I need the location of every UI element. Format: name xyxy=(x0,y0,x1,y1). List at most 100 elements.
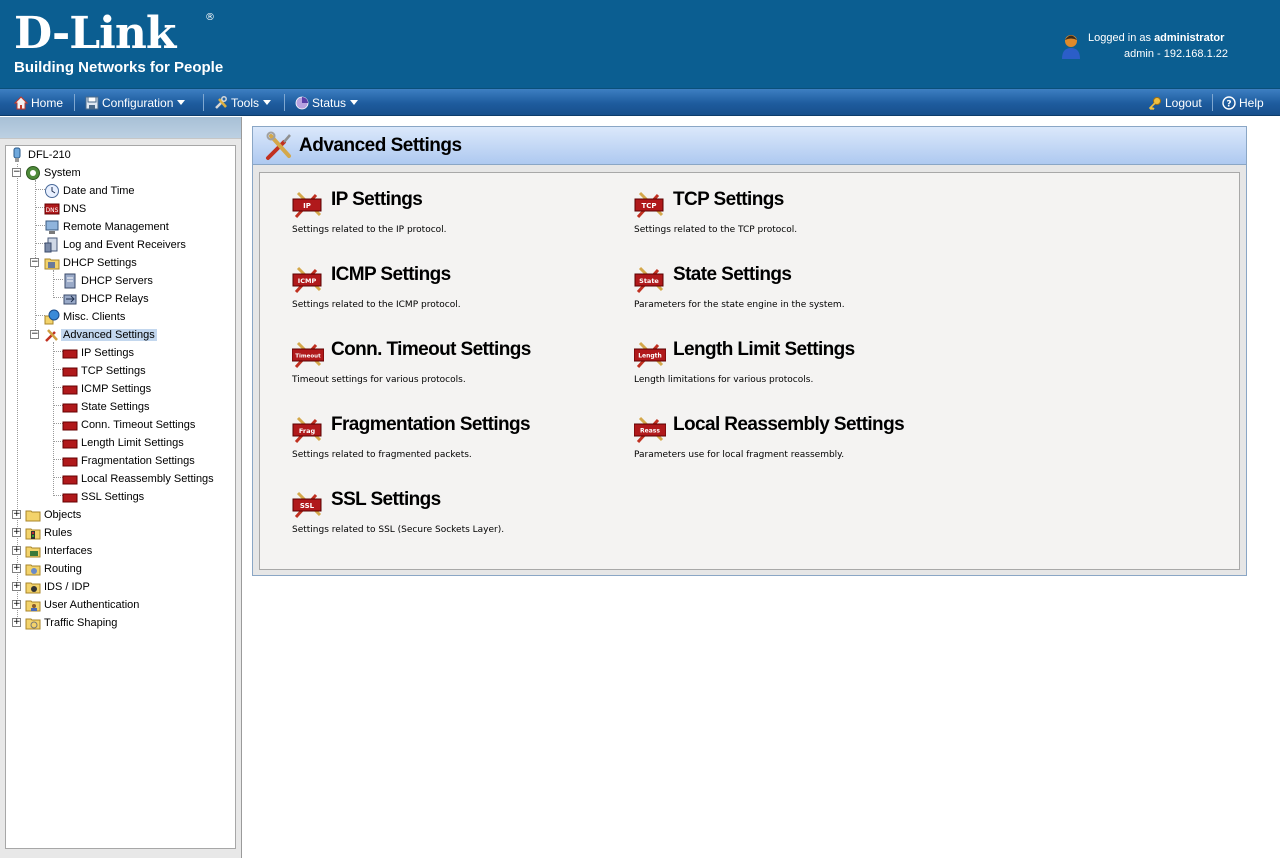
tree-item-user-authentication[interactable]: User Authentication xyxy=(25,596,141,614)
tree-item-dfl210[interactable]: DFL-210 xyxy=(9,146,73,164)
device-icon xyxy=(13,147,21,162)
folder-icon xyxy=(44,258,60,270)
panel-header: Advanced Settings xyxy=(253,127,1246,165)
menu-tools[interactable]: Tools xyxy=(214,89,272,116)
menu-help[interactable]: ? Help xyxy=(1222,89,1264,116)
menu-home-label: Home xyxy=(31,95,64,110)
tree-item-dhcp-servers[interactable]: DHCP Servers xyxy=(62,272,155,290)
collapse-toggle[interactable]: − xyxy=(30,330,39,339)
expand-toggle[interactable]: + xyxy=(12,582,21,591)
tree-item-icmp-settings[interactable]: ICMP Settings xyxy=(62,380,153,398)
menu-status[interactable]: Status xyxy=(295,89,359,116)
tree-item-local-reassembly[interactable]: Local Reassembly Settings xyxy=(62,470,216,488)
svg-text:DNS: DNS xyxy=(46,207,59,214)
tree-item-ssl-settings[interactable]: SSL Settings xyxy=(62,488,146,506)
tree-item-fragmentation[interactable]: Fragmentation Settings xyxy=(62,452,197,470)
tree-item-dhcp-settings[interactable]: DHCP Settings xyxy=(44,254,139,272)
tree-connector xyxy=(35,180,36,332)
tcp-settings-link[interactable]: TCP Settings xyxy=(673,189,784,211)
menu-separator xyxy=(284,94,285,111)
tree-item-dns[interactable]: DNS DNS xyxy=(44,200,88,218)
expand-toggle[interactable]: + xyxy=(12,600,21,609)
tree-connector xyxy=(53,270,54,298)
ssl-settings-link[interactable]: SSL Settings xyxy=(331,489,441,511)
sidebar: DFL-210 − System Date and Time DNS DNS R… xyxy=(0,117,242,858)
timeout-badge-label: Timeout xyxy=(295,354,321,360)
tcp-settings-description: Settings related to the TCP protocol. xyxy=(634,225,798,235)
logo-brand: D-Link xyxy=(14,8,176,59)
menu-logout[interactable]: Logout xyxy=(1148,89,1202,116)
icmp-badge-icon xyxy=(62,385,78,395)
tree-item-interfaces[interactable]: Interfaces xyxy=(25,542,94,560)
expand-toggle[interactable]: + xyxy=(12,528,21,537)
tree-item-log-receivers[interactable]: Log and Event Receivers xyxy=(44,236,188,254)
tree-item-advanced-settings[interactable]: Advanced Settings xyxy=(44,326,157,344)
svg-text:?: ? xyxy=(1226,99,1231,109)
expand-toggle[interactable]: + xyxy=(12,510,21,519)
setting-local-reassembly: Reass Local Reassembly Settings Paramete… xyxy=(634,412,964,472)
relay-icon xyxy=(63,294,77,305)
tree-item-rules[interactable]: Rules xyxy=(25,524,74,542)
sidebar-header xyxy=(0,117,241,139)
page-title: Advanced Settings xyxy=(299,134,462,156)
frag-badge-label: Frag xyxy=(299,427,316,435)
header: D-Link ® Building Networks for People Lo… xyxy=(0,0,1280,89)
expand-toggle[interactable]: + xyxy=(12,618,21,627)
reass-badge-label: Reass xyxy=(640,428,660,435)
expand-toggle[interactable]: + xyxy=(12,546,21,555)
tree-item-conn-timeout[interactable]: Conn. Timeout Settings xyxy=(62,416,197,434)
tree-item-remote-management[interactable]: Remote Management xyxy=(44,218,171,236)
conn-timeout-description: Timeout settings for various protocols. xyxy=(292,375,466,385)
tree-connector xyxy=(53,342,54,496)
tree-item-tcp-settings[interactable]: TCP Settings xyxy=(62,362,148,380)
tree-item-misc-clients[interactable]: Misc. Clients xyxy=(44,308,127,326)
tcp-badge-label: TCP xyxy=(641,202,656,210)
interfaces-folder-icon xyxy=(25,546,41,558)
conn-timeout-settings-link[interactable]: Conn. Timeout Settings xyxy=(331,339,531,361)
tree-item-dhcp-relays[interactable]: DHCP Relays xyxy=(62,290,151,308)
tree-item-state-settings[interactable]: State Settings xyxy=(62,398,152,416)
ssl-settings-description: Settings related to SSL (Secure Sockets … xyxy=(292,525,505,535)
ip-settings-description: Settings related to the IP protocol. xyxy=(292,225,447,235)
menu-separator xyxy=(203,94,204,111)
tools-icon xyxy=(215,95,227,109)
expand-toggle[interactable]: + xyxy=(12,564,21,573)
ip-settings-link[interactable]: IP Settings xyxy=(331,189,423,211)
wrench-screwdriver-icon xyxy=(45,329,58,342)
icmp-settings-link[interactable]: ICMP Settings xyxy=(331,264,451,286)
traffic-light-icon xyxy=(25,528,41,540)
timeout-badge-icon xyxy=(62,421,78,431)
timeout-settings-icon: Timeout xyxy=(292,341,324,369)
fragmentation-settings-link[interactable]: Fragmentation Settings xyxy=(331,414,531,436)
user-info: Logged in as administrator admin - 192.1… xyxy=(1088,30,1228,62)
tree-item-ids-idp[interactable]: IDS / IDP xyxy=(25,578,92,596)
menu-configuration[interactable]: Configuration xyxy=(85,89,186,116)
user-auth-folder-icon xyxy=(25,600,41,612)
clock-icon xyxy=(45,184,59,198)
length-limit-settings-link[interactable]: Length Limit Settings xyxy=(673,339,855,361)
dns-icon: DNS xyxy=(44,203,60,215)
tree-item-ip-settings[interactable]: IP Settings xyxy=(62,344,136,362)
menu-separator xyxy=(1212,94,1213,111)
tree-item-objects[interactable]: Objects xyxy=(25,506,83,524)
frag-badge-icon xyxy=(62,457,78,467)
state-settings-link[interactable]: State Settings xyxy=(673,264,792,286)
tree-item-length-limit[interactable]: Length Limit Settings xyxy=(62,434,186,452)
collapse-toggle[interactable]: − xyxy=(12,168,21,177)
user-icon xyxy=(1062,35,1080,59)
local-reassembly-settings-link[interactable]: Local Reassembly Settings xyxy=(673,414,905,436)
save-icon xyxy=(85,96,99,109)
tree-item-system[interactable]: System xyxy=(25,164,83,182)
gear-icon xyxy=(26,166,40,180)
reass-settings-icon: Reass xyxy=(634,416,666,444)
username: administrator xyxy=(1154,32,1225,44)
tree-item-routing[interactable]: Routing xyxy=(25,560,84,578)
menu-home[interactable]: Home xyxy=(14,89,63,116)
tree-item-date-time[interactable]: Date and Time xyxy=(44,182,137,200)
collapse-toggle[interactable]: − xyxy=(30,258,39,267)
tree-item-traffic-shaping[interactable]: Traffic Shaping xyxy=(25,614,119,632)
status-icon xyxy=(295,96,309,109)
ssl-settings-icon: SSL xyxy=(292,491,322,519)
tcp-settings-icon: TCP xyxy=(634,191,664,219)
icmp-badge-label: ICMP xyxy=(298,277,317,285)
